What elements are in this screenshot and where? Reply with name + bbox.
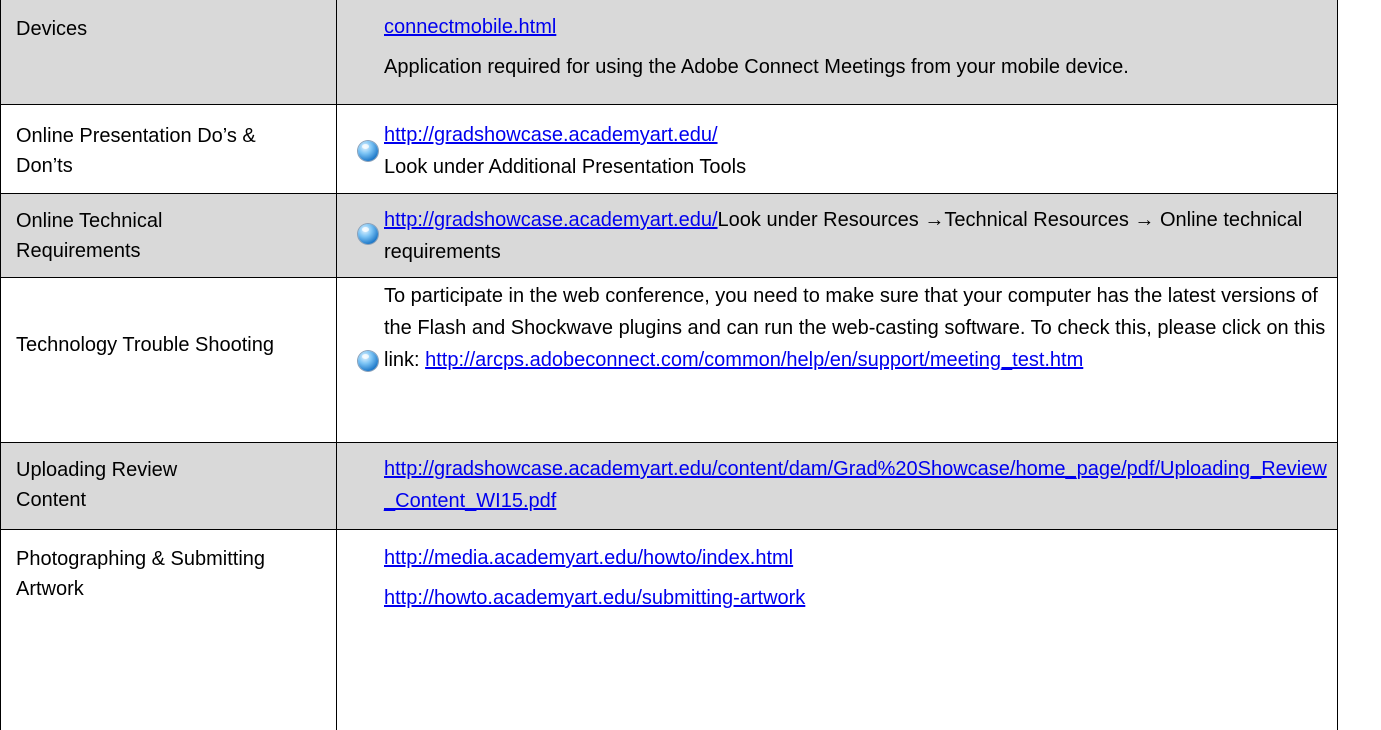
table-row-uploading-review: Uploading Review Content http://gradshow… [0, 443, 1337, 529]
row-content: http://gradshowcase.academyart.edu/conte… [384, 453, 1329, 517]
table-border-left [0, 0, 1, 730]
row-label: Online Technical Requirements [16, 210, 163, 262]
row-divider [0, 193, 1338, 194]
row-content: http://gradshowcase.academyart.edu/ Look… [384, 119, 1334, 183]
gradshowcase-link[interactable]: http://gradshowcase.academyart.edu/ [384, 209, 718, 231]
row-content: To participate in the web conference, yo… [384, 280, 1329, 376]
row-content: connectmobile.html Application required … [384, 11, 1334, 83]
row-divider [0, 529, 1338, 530]
connectmobile-link[interactable]: connectmobile.html [384, 16, 556, 38]
meeting-test-link[interactable]: http://arcps.adobeconnect.com/common/hel… [425, 349, 1083, 371]
arrow-right-icon: → [924, 209, 945, 231]
row-description: Look under Additional Presentation Tools [384, 156, 747, 178]
gradshowcase-link[interactable]: http://gradshowcase.academyart.edu/ [384, 124, 718, 146]
row-label: Photographing & Submitting Artwork [16, 548, 266, 600]
table-row-online-presentation: Online Presentation Do’s & Don’ts http:/… [0, 105, 1337, 193]
table-row-devices: Devices connectmobile.html Application r… [0, 0, 1337, 104]
row-label: Online Presentation Do’s & Don’ts [16, 125, 256, 177]
row-divider [0, 104, 1338, 105]
table-row-technical-requirements: Online Technical Requirements http://gra… [0, 194, 1337, 277]
submitting-artwork-link[interactable]: http://howto.academyart.edu/submitting-a… [384, 587, 805, 609]
row-description: Application required for using the Adobe… [384, 56, 1129, 78]
row-label: Devices [16, 18, 88, 40]
row-divider [0, 277, 1338, 278]
row-label: Uploading Review Content [16, 459, 178, 511]
row-content: http://media.academyart.edu/howto/index.… [384, 542, 1334, 614]
table-row-trouble-shooting: Technology Trouble Shooting To participa… [0, 278, 1337, 442]
globe-icon [358, 224, 378, 244]
table-border-right [1337, 0, 1338, 730]
uploading-review-pdf-link[interactable]: http://gradshowcase.academyart.edu/conte… [384, 458, 1327, 512]
arrow-right-icon: → [1134, 209, 1155, 231]
globe-icon [358, 141, 378, 161]
row-divider [0, 442, 1338, 443]
row-content: http://gradshowcase.academyart.edu/Look … [384, 209, 1303, 263]
table-column-divider [336, 0, 337, 730]
row-label: Technology Trouble Shooting [16, 334, 274, 356]
globe-icon [358, 351, 378, 371]
table-row-photographing: Photographing & Submitting Artwork http:… [0, 530, 1337, 730]
media-howto-link[interactable]: http://media.academyart.edu/howto/index.… [384, 547, 793, 569]
